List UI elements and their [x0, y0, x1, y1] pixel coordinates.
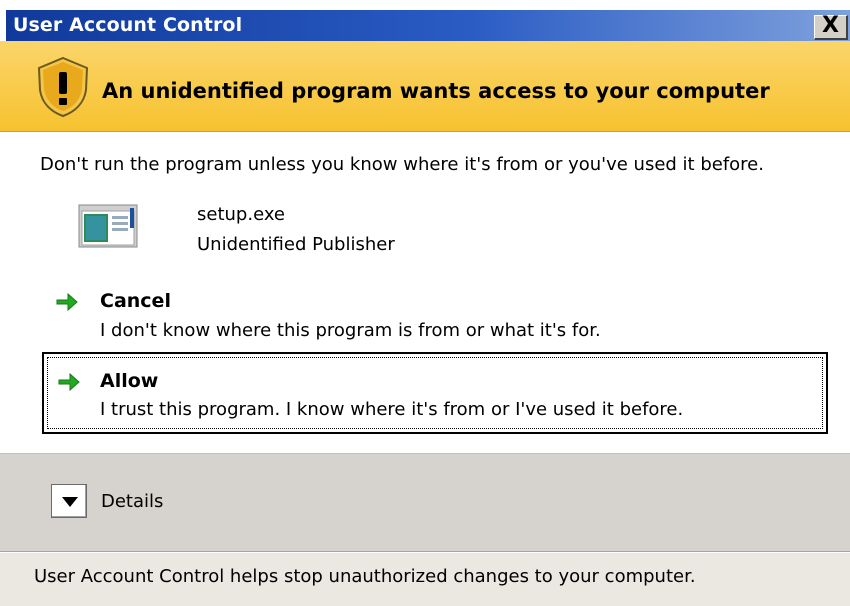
cancel-option[interactable]: Cancel I don't know where this program i…: [50, 282, 830, 352]
footer-text: User Account Control helps stop unauthor…: [34, 566, 696, 587]
cancel-description: I don't know where this program is from …: [100, 320, 601, 341]
program-name: setup.exe: [197, 204, 285, 225]
banner-heading: An unidentified program wants access to …: [102, 79, 770, 103]
details-label[interactable]: Details: [101, 491, 163, 512]
chevron-down-icon: [62, 497, 78, 507]
allow-description: I trust this program. I know where it's …: [100, 399, 684, 420]
close-icon: X: [822, 13, 839, 38]
title-bar: User Account Control X: [0, 0, 850, 41]
allow-option[interactable]: Allow I trust this program. I know where…: [42, 352, 828, 434]
green-arrow-icon: [58, 372, 80, 392]
program-icon: [78, 204, 138, 248]
details-toggle-button[interactable]: [51, 484, 87, 518]
cancel-label: Cancel: [100, 290, 171, 312]
shield-warning-icon: [37, 56, 89, 118]
window-title: User Account Control: [13, 14, 243, 36]
green-arrow-icon: [56, 292, 78, 312]
allow-label: Allow: [100, 370, 159, 392]
close-button[interactable]: X: [814, 15, 848, 40]
warning-text: Don't run the program unless you know wh…: [40, 154, 764, 175]
program-publisher: Unidentified Publisher: [197, 234, 395, 255]
